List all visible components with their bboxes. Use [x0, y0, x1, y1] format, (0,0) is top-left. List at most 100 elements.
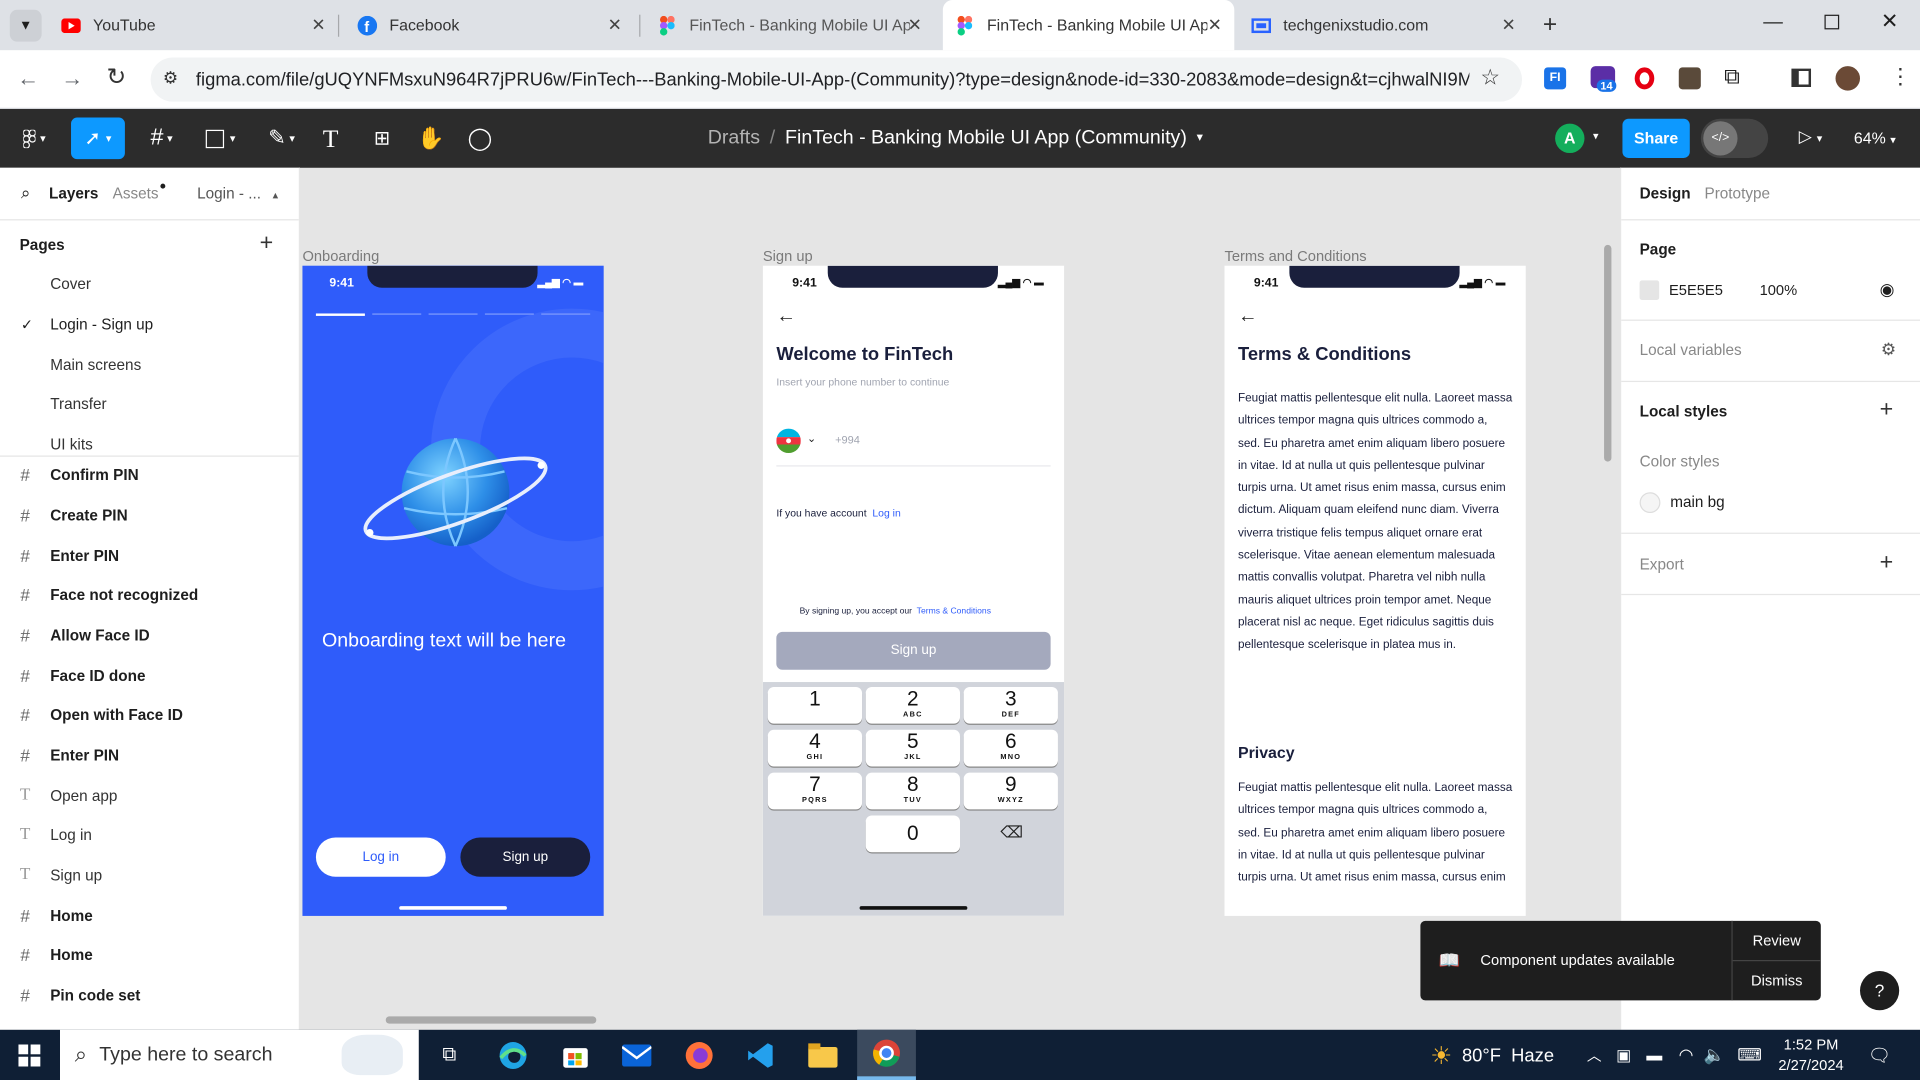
- tab-assets[interactable]: Assets: [113, 185, 159, 202]
- share-button[interactable]: Share: [1622, 118, 1690, 158]
- text-tool-icon[interactable]: T: [313, 109, 347, 168]
- style-main-bg[interactable]: main bg: [1670, 493, 1724, 510]
- comment-tool-icon[interactable]: ◯: [463, 109, 497, 168]
- phone-code[interactable]: +994: [835, 433, 860, 445]
- close-icon[interactable]: ✕: [1208, 15, 1222, 36]
- toast-review-button[interactable]: Review: [1733, 921, 1821, 960]
- layer-item[interactable]: # Create PIN: [0, 496, 299, 535]
- restore-button[interactable]: [1824, 14, 1840, 30]
- extension-box-icon[interactable]: [1678, 67, 1701, 90]
- layer-item[interactable]: # Face ID done: [0, 656, 299, 695]
- keypad-key-4[interactable]: 4 GHI: [767, 729, 863, 767]
- chevron-down-icon[interactable]: ▾: [1197, 131, 1203, 149]
- profile-avatar[interactable]: [1835, 66, 1861, 91]
- back-arrow-icon[interactable]: ←: [1238, 306, 1258, 328]
- toast-dismiss-button[interactable]: Dismiss: [1733, 961, 1821, 1000]
- canvas-vertical-scrollbar[interactable]: [1604, 244, 1612, 462]
- extensions-puzzle-icon[interactable]: ⧉: [1724, 64, 1740, 90]
- keypad-key-8[interactable]: 8 TUV: [865, 772, 961, 810]
- figma-menu-icon[interactable]: ▾: [12, 109, 56, 168]
- weather-widget[interactable]: ☀ 80°F Haze: [1430, 1041, 1554, 1072]
- page-item-main-screens[interactable]: Main screens: [50, 356, 141, 373]
- local-variables[interactable]: Local variables: [1640, 342, 1742, 359]
- site-settings-icon[interactable]: ⚙: [163, 67, 178, 88]
- browser-tab-figma-1[interactable]: FinTech - Banking Mobile UI Ap ✕: [645, 0, 934, 50]
- signup-frame[interactable]: 9:41 ▂▄▆ ◠ ▬ ← Welcome to FinTech Insert…: [762, 265, 1065, 916]
- vscode-icon[interactable]: [740, 1030, 782, 1080]
- battery-icon[interactable]: ▬: [1641, 1030, 1668, 1080]
- move-tool-button[interactable]: ➚ ▾: [71, 117, 125, 160]
- layer-item[interactable]: # Enter PIN: [0, 536, 299, 575]
- extension-fi-icon[interactable]: FI: [1544, 67, 1567, 90]
- browser-tab-figma-active[interactable]: FinTech - Banking Mobile UI Ap ✕: [942, 0, 1235, 51]
- login-link[interactable]: Log in: [872, 507, 900, 519]
- page-opacity-value[interactable]: 100%: [1760, 282, 1798, 299]
- url-text[interactable]: figma.com/file/gUQYNFMsxuN964R7jPRU6w/Fi…: [196, 70, 1469, 91]
- keypad-key-6[interactable]: 6 MNO: [963, 729, 1058, 767]
- keypad-key-0[interactable]: 0: [865, 815, 961, 853]
- layer-item[interactable]: # Home: [0, 896, 299, 935]
- window-close-button[interactable]: ✕: [1881, 10, 1898, 34]
- browser-menu-icon[interactable]: ⋮: [1889, 64, 1911, 90]
- volume-icon[interactable]: 🔈: [1701, 1030, 1728, 1080]
- tab-prototype[interactable]: Prototype: [1704, 185, 1770, 202]
- variables-settings-icon[interactable]: ⚙: [1881, 339, 1896, 360]
- eye-icon[interactable]: ◉: [1880, 279, 1895, 300]
- keyboard-icon[interactable]: ⌨: [1734, 1030, 1766, 1080]
- browser-tab-youtube[interactable]: YouTube ✕: [49, 0, 338, 50]
- side-panel-icon[interactable]: [1791, 68, 1812, 87]
- tab-design[interactable]: Design: [1640, 185, 1691, 202]
- mail-icon[interactable]: [616, 1030, 658, 1080]
- notification-center-icon[interactable]: 🗨: [1861, 1030, 1898, 1080]
- store-icon[interactable]: [555, 1030, 597, 1080]
- add-page-icon[interactable]: +: [260, 230, 274, 257]
- page-color-value[interactable]: E5E5E5: [1669, 282, 1723, 299]
- show-hidden-icons-chevron-up-icon[interactable]: ︿: [1582, 1030, 1606, 1080]
- keypad-key-9[interactable]: 9 WXYZ: [963, 772, 1058, 810]
- close-icon[interactable]: ✕: [311, 15, 325, 36]
- keypad-key-2[interactable]: 2 ABC: [865, 686, 961, 724]
- layer-item[interactable]: # Enter PIN: [0, 736, 299, 775]
- edge-icon[interactable]: [492, 1030, 534, 1080]
- chevron-down-icon[interactable]: ▾: [1593, 130, 1599, 143]
- firefox-icon[interactable]: [678, 1030, 720, 1080]
- dev-mode-toggle[interactable]: </>: [1700, 118, 1769, 158]
- layer-item[interactable]: # Pin code set: [0, 976, 299, 1015]
- reload-icon[interactable]: ↻: [107, 64, 126, 92]
- frame-label-terms[interactable]: Terms and Conditions: [1224, 247, 1366, 264]
- chevron-down-icon[interactable]: ⌄: [807, 432, 816, 445]
- taskbar-search[interactable]: ⌕ Type here to search: [60, 1029, 419, 1080]
- zoom-level[interactable]: 64% ▾: [1854, 129, 1896, 147]
- frame-label-onboarding[interactable]: Onboarding: [302, 247, 379, 264]
- browser-tab-techgenix[interactable]: techgenixstudio.com ✕: [1239, 0, 1528, 50]
- page-item-transfer[interactable]: Transfer: [50, 396, 106, 413]
- page-color-swatch[interactable]: [1639, 280, 1660, 301]
- layer-item[interactable]: T Open app: [0, 776, 299, 815]
- canvas-horizontal-scrollbar[interactable]: [385, 1016, 597, 1024]
- backspace-icon[interactable]: ⌫: [1000, 823, 1023, 843]
- keypad-key-1[interactable]: 1: [767, 686, 863, 724]
- user-avatar[interactable]: A: [1555, 123, 1585, 154]
- terms-frame[interactable]: 9:41 ▂▄▆ ◠ ▬ ← Terms & Conditions Feugia…: [1224, 265, 1526, 916]
- onboarding-frame[interactable]: 9:41 ▂▄▆ ◠ ▬ Onboarding text will be her…: [302, 265, 604, 916]
- page-item-login-signup[interactable]: Login - Sign up: [50, 316, 153, 333]
- breadcrumb-drafts[interactable]: Drafts: [708, 127, 760, 149]
- file-name[interactable]: FinTech - Banking Mobile UI App (Communi…: [785, 127, 1187, 149]
- close-icon[interactable]: ✕: [1502, 15, 1516, 36]
- forward-button[interactable]: →: [61, 66, 83, 92]
- bookmark-star-icon[interactable]: ☆: [1480, 65, 1500, 91]
- clock[interactable]: 1:52 PM 2/27/2024: [1771, 1035, 1852, 1077]
- meet-now-icon[interactable]: ▣: [1611, 1030, 1635, 1080]
- back-arrow-icon[interactable]: ←: [776, 306, 796, 328]
- search-icon[interactable]: ⌕: [21, 182, 31, 203]
- pen-tool-icon[interactable]: ✎ ▾: [257, 109, 306, 168]
- export-label[interactable]: Export: [1640, 556, 1684, 573]
- layer-item[interactable]: T Sign up: [0, 856, 299, 895]
- close-icon[interactable]: ✕: [608, 15, 622, 36]
- present-play-icon[interactable]: ▷ ▾: [1799, 126, 1822, 147]
- login-button[interactable]: Log in: [315, 837, 446, 877]
- close-icon[interactable]: ✕: [908, 15, 922, 36]
- frame-label-signup[interactable]: Sign up: [763, 247, 813, 264]
- current-page-select[interactable]: Login - ... ▴: [197, 185, 278, 202]
- page-item-cover[interactable]: Cover: [50, 276, 91, 293]
